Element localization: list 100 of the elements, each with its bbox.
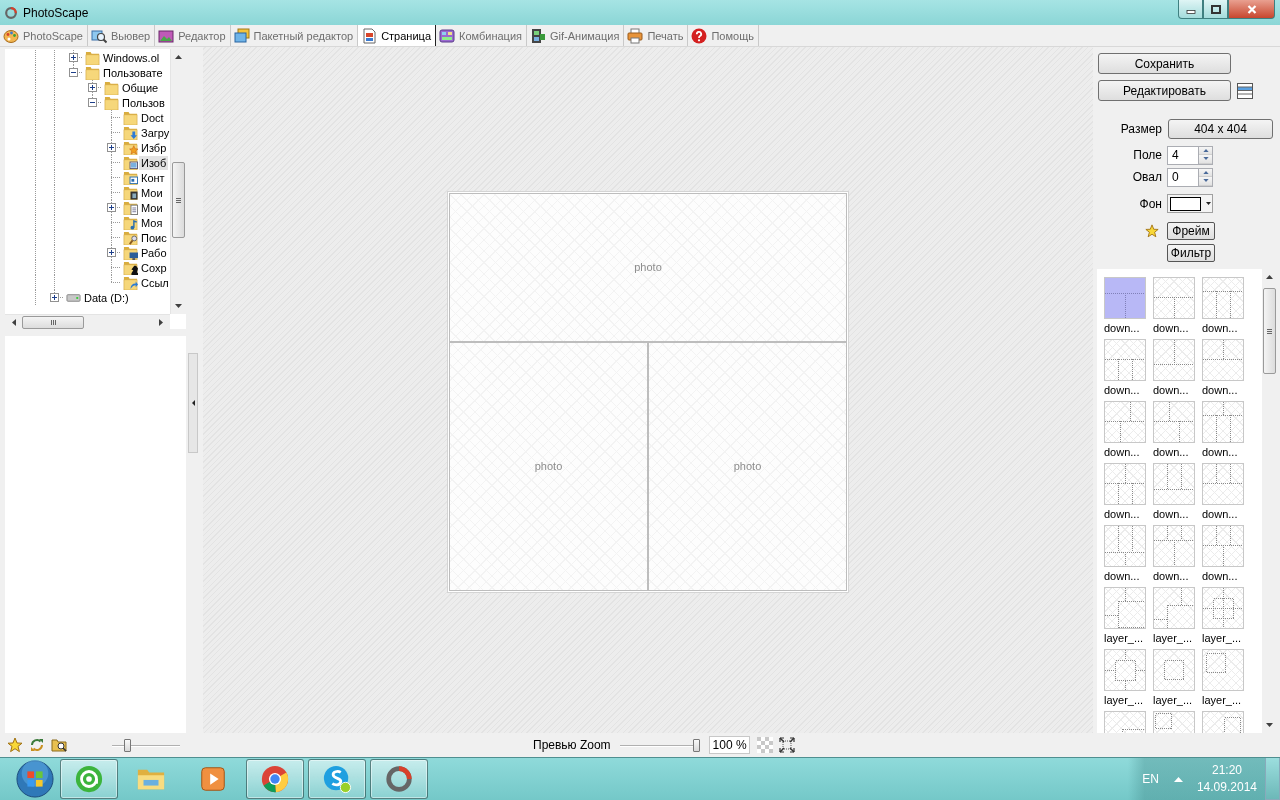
taskbar-button[interactable] [370, 759, 428, 799]
right-arrow-icon[interactable] [159, 318, 163, 326]
layout-item[interactable]: down... [1153, 401, 1199, 459]
folder-item[interactable]: Моя [139, 215, 165, 230]
folder-item[interactable]: Doct [139, 110, 166, 125]
layout-item[interactable]: down... [1153, 463, 1199, 521]
collapse-handle[interactable] [188, 353, 198, 453]
frame-button[interactable]: Фрейм [1167, 222, 1215, 240]
layout-item[interactable]: layer_... [1202, 587, 1248, 645]
expand-icon[interactable] [107, 203, 116, 212]
photo-slot[interactable]: photo [648, 341, 847, 591]
edit-button[interactable]: Редактировать [1098, 80, 1231, 101]
expand-icon[interactable] [50, 293, 59, 302]
folder-item[interactable]: Сохр [139, 260, 169, 275]
folder-item[interactable]: Пользовате [101, 65, 165, 80]
minimize-icon [1185, 10, 1196, 14]
refresh-button[interactable] [29, 737, 45, 753]
close-button[interactable] [1228, 0, 1275, 19]
folder-item[interactable]: Мои [139, 185, 165, 200]
spin-down-button[interactable] [1199, 177, 1212, 186]
expand-icon[interactable] [88, 83, 97, 92]
expand-icon[interactable] [107, 143, 116, 152]
slider-thumb[interactable] [124, 738, 132, 752]
maximize-button[interactable] [1203, 0, 1228, 19]
up-arrow-icon[interactable] [175, 55, 182, 59]
folder-item[interactable]: Загру [139, 125, 170, 140]
rotate-arrows-icon [29, 737, 45, 753]
folder-item[interactable]: Data (D:) [82, 290, 131, 305]
layout-item[interactable]: down... [1202, 463, 1248, 521]
folder-item[interactable]: Избр [139, 140, 169, 155]
folder-film-icon [123, 185, 138, 200]
taskbar-button[interactable] [60, 759, 118, 799]
down-arrow-icon[interactable] [1266, 723, 1273, 727]
vertical-scrollbar[interactable] [170, 49, 186, 314]
tab[interactable]: Печать [624, 25, 689, 46]
collapse-icon[interactable] [88, 98, 97, 107]
left-arrow-icon[interactable] [12, 318, 16, 326]
folder-item[interactable]: Поис [139, 230, 169, 245]
folder-search-button[interactable] [51, 737, 67, 753]
layout-item[interactable]: down... [1104, 463, 1150, 521]
folder-item[interactable]: Мои [139, 200, 165, 215]
taskbar-button[interactable] [246, 759, 304, 799]
tab[interactable]: Редактор [155, 25, 231, 46]
layout-item[interactable]: down... [1104, 525, 1150, 583]
layout-preview-icon [1104, 649, 1146, 691]
layout-item[interactable]: layer_... [1104, 649, 1150, 707]
layout-item[interactable]: down... [1202, 525, 1248, 583]
tab[interactable]: Страница [358, 25, 436, 46]
folder-item[interactable]: Windows.ol [101, 50, 162, 65]
slider-thumb[interactable] [692, 738, 700, 752]
scroll-thumb[interactable] [172, 162, 185, 238]
expand-icon[interactable] [69, 53, 78, 62]
scroll-thumb[interactable] [1263, 288, 1276, 374]
layout-item[interactable]: down... [1153, 339, 1199, 397]
save-button[interactable]: Сохранить [1098, 53, 1231, 74]
collapse-icon[interactable] [69, 68, 78, 77]
color-picker[interactable] [1167, 194, 1213, 213]
layout-item[interactable]: down... [1104, 401, 1150, 459]
taskbar-button[interactable] [308, 759, 366, 799]
star-button[interactable] [7, 737, 23, 753]
spin-down-button[interactable] [1199, 155, 1212, 164]
tab[interactable]: Комбинация [436, 25, 527, 46]
layout-item[interactable]: down... [1104, 339, 1150, 397]
segmented-circle-icon [260, 764, 290, 794]
down-arrow-icon[interactable] [175, 304, 182, 308]
tab[interactable]: Gif-Анимация [527, 25, 625, 46]
checkerboard-icon[interactable] [756, 737, 773, 753]
zoom-field[interactable]: 100 % [708, 736, 750, 754]
margin-field[interactable]: 4 [1167, 145, 1198, 165]
layout-item[interactable]: down... [1153, 277, 1199, 335]
folder-item[interactable]: Общие [120, 80, 161, 95]
scroll-thumb[interactable] [22, 315, 84, 329]
folder-item[interactable]: Конт [139, 170, 167, 185]
folder-item[interactable]: Рабо [139, 245, 169, 260]
layout-item[interactable]: layer_... [1153, 649, 1199, 707]
folder-item[interactable]: Ссыл [139, 275, 170, 290]
tab[interactable]: PhotoScape [0, 25, 88, 46]
layout-item[interactable]: down... [1202, 277, 1248, 335]
layout-item[interactable]: down... [1153, 525, 1199, 583]
layout-item[interactable]: down... [1202, 401, 1248, 459]
layout-item[interactable]: down... [1202, 339, 1248, 397]
expand-icon[interactable] [107, 248, 116, 257]
list-icon[interactable] [1237, 82, 1253, 99]
layout-item[interactable]: down... [1104, 277, 1150, 335]
photo-slot[interactable]: photo [449, 341, 648, 591]
layout-item[interactable]: layer_... [1202, 649, 1248, 707]
tab[interactable]: Вьювер [87, 25, 156, 46]
tab[interactable]: Пакетный редактор [230, 25, 359, 46]
folder-item[interactable]: Пользов [120, 95, 167, 110]
size-button[interactable]: 404 x 404 [1168, 118, 1273, 139]
layout-preview-icon [1153, 649, 1195, 691]
folder-item[interactable]: Изоб [139, 155, 169, 170]
tab[interactable]: Помощь [688, 25, 759, 46]
minimize-button[interactable] [1178, 0, 1203, 19]
layout-item[interactable]: layer_... [1153, 587, 1199, 645]
oval-field[interactable]: 0 [1167, 167, 1198, 187]
expand-arrows-icon[interactable] [778, 737, 795, 753]
filter-button[interactable]: Фильтр [1167, 244, 1215, 262]
layout-item[interactable]: layer_... [1104, 587, 1150, 645]
up-arrow-icon[interactable] [1266, 275, 1273, 279]
